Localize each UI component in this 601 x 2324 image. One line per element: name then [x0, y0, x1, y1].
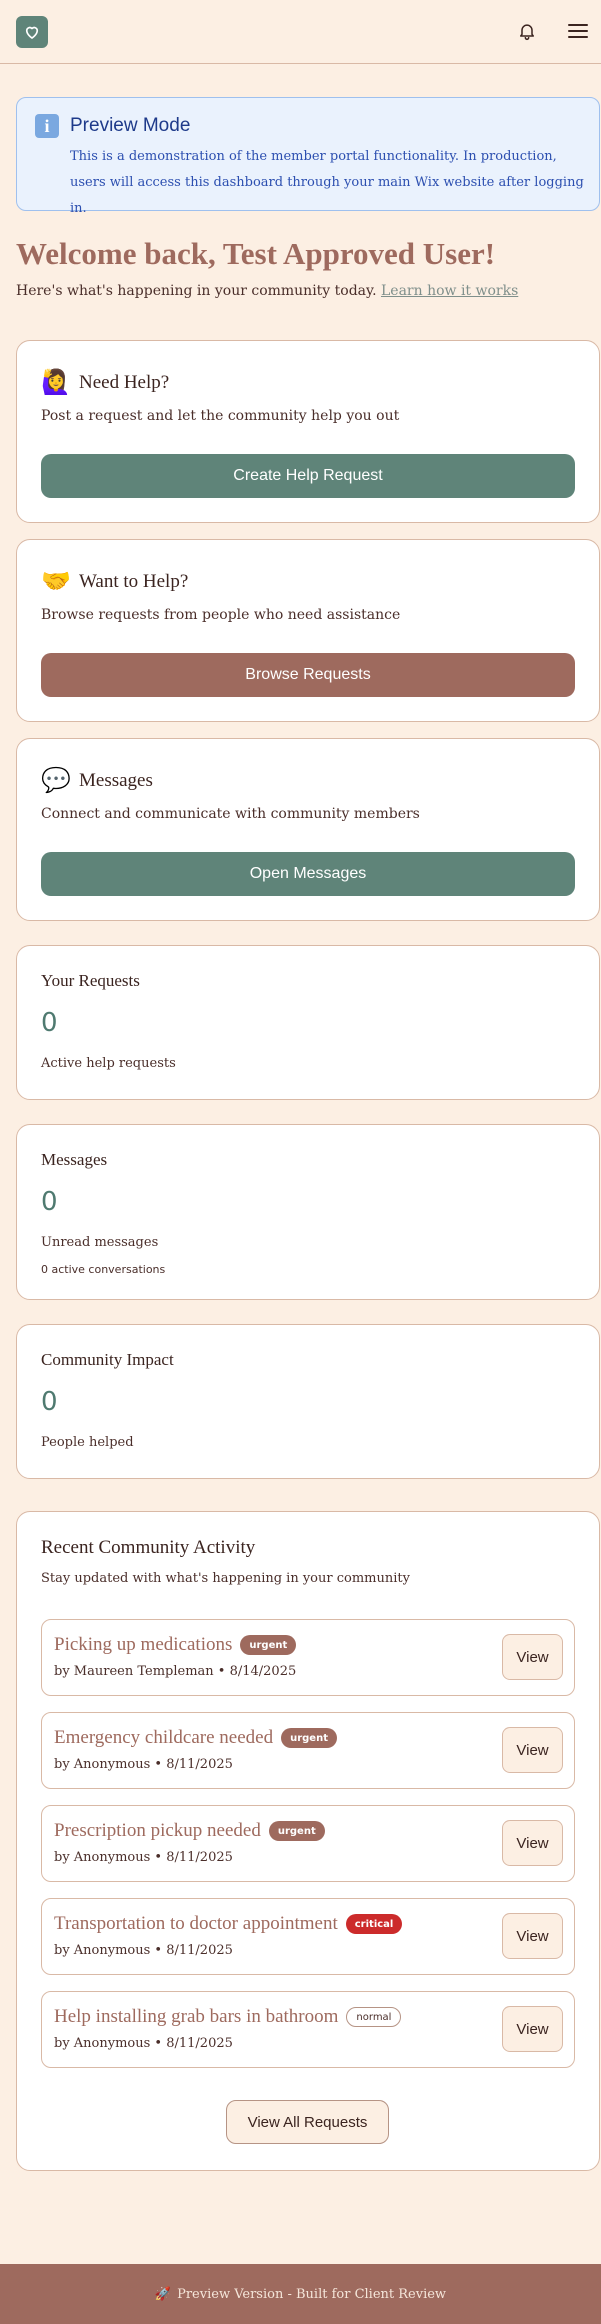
- need-help-heading: 🙋‍♀️ Need Help?: [41, 368, 169, 397]
- request-item[interactable]: Transportation to doctor appointment cri…: [41, 1898, 575, 1975]
- learn-how-link[interactable]: Learn how it works: [381, 283, 518, 299]
- request-title[interactable]: Emergency childcare needed: [54, 1727, 273, 1749]
- top-header: [0, 0, 601, 64]
- open-messages-button[interactable]: Open Messages: [41, 852, 575, 896]
- welcome-subtitle-text: Here's what's happening in your communit…: [16, 283, 377, 299]
- view-button[interactable]: View: [502, 1913, 563, 1959]
- create-help-request-button[interactable]: Create Help Request: [41, 454, 575, 498]
- your-requests-stat-card: Your Requests 0 Active help requests: [16, 945, 600, 1100]
- need-help-title: Need Help?: [79, 371, 170, 393]
- rocket-icon: 🚀: [154, 2286, 172, 2302]
- request-meta: by Anonymous • 8/11/2025: [54, 2036, 233, 2051]
- stat-label: People helped: [41, 1435, 134, 1450]
- messages-heading: 💬 Messages: [41, 766, 153, 795]
- stat-sublabel: 0 active conversations: [41, 1263, 166, 1276]
- stat-value: 0: [41, 1008, 58, 1038]
- priority-badge: urgent: [240, 1635, 297, 1655]
- stat-title: Messages: [41, 1150, 108, 1169]
- welcome-subtitle: Here's what's happening in your communit…: [16, 283, 518, 299]
- speech-bubble-icon: 💬: [41, 768, 71, 794]
- browse-requests-button[interactable]: Browse Requests: [41, 653, 575, 697]
- request-item[interactable]: Help installing grab bars in bathroom no…: [41, 1991, 575, 2068]
- view-button[interactable]: View: [502, 1634, 563, 1680]
- request-title[interactable]: Help installing grab bars in bathroom: [54, 2006, 338, 2028]
- stat-title: Community Impact: [41, 1350, 174, 1369]
- activity-title: Recent Community Activity: [41, 1537, 256, 1558]
- recent-activity-card: Recent Community Activity Stay updated w…: [16, 1511, 600, 2171]
- request-item[interactable]: Prescription pickup needed urgent by Ano…: [41, 1805, 575, 1882]
- stat-value: 0: [41, 1187, 58, 1217]
- messages-title: Messages: [79, 769, 153, 791]
- request-item[interactable]: Picking up medications urgent by Maureen…: [41, 1619, 575, 1696]
- handshake-icon: 🤝: [41, 569, 71, 595]
- messages-desc: Connect and communicate with community m…: [41, 806, 420, 822]
- priority-badge: urgent: [281, 1728, 337, 1748]
- priority-badge: critical: [345, 1914, 403, 1934]
- stat-value: 0: [41, 1387, 58, 1417]
- request-meta: by Anonymous • 8/11/2025: [54, 1943, 233, 1958]
- view-all-requests-button[interactable]: View All Requests: [226, 2100, 389, 2144]
- want-help-desc: Browse requests from people who need ass…: [41, 607, 401, 623]
- request-title[interactable]: Transportation to doctor appointment: [54, 1913, 338, 1935]
- view-button[interactable]: View: [502, 1727, 563, 1773]
- footer-text: Preview Version - Built for Client Revie…: [177, 2286, 447, 2302]
- request-meta: by Maureen Templeman • 8/14/2025: [54, 1664, 297, 1679]
- need-help-card: 🙋‍♀️ Need Help? Post a request and let t…: [16, 340, 600, 523]
- stat-title: Your Requests: [41, 971, 140, 990]
- logo-heart-icon[interactable]: [16, 16, 48, 48]
- priority-badge: normal: [346, 2007, 402, 2027]
- messages-card: 💬 Messages Connect and communicate with …: [16, 738, 600, 921]
- want-help-title: Want to Help?: [79, 570, 189, 592]
- view-button[interactable]: View: [502, 1820, 563, 1866]
- preview-mode-banner: i Preview Mode This is a demonstration o…: [16, 97, 600, 216]
- person-raising-hand-icon: 🙋‍♀️: [41, 370, 71, 396]
- request-item[interactable]: Emergency childcare needed urgent by Ano…: [41, 1712, 575, 1789]
- preview-title: Preview Mode: [70, 115, 191, 136]
- want-help-heading: 🤝 Want to Help?: [41, 567, 188, 596]
- messages-stat-card: Messages 0 Unread messages 0 active conv…: [16, 1124, 600, 1300]
- stat-label: Unread messages: [41, 1235, 159, 1250]
- footer-bar: 🚀 Preview Version - Built for Client Rev…: [0, 2264, 601, 2324]
- preview-text: This is a demonstration of the member po…: [70, 149, 584, 216]
- request-title[interactable]: Prescription pickup needed: [54, 1820, 261, 1842]
- info-icon: i: [35, 114, 59, 138]
- priority-badge: urgent: [268, 1821, 325, 1841]
- hamburger-menu-icon[interactable]: [566, 20, 590, 42]
- activity-desc: Stay updated with what's happening in yo…: [41, 1571, 410, 1586]
- bell-icon[interactable]: [517, 21, 537, 41]
- request-meta: by Anonymous • 8/11/2025: [54, 1850, 233, 1865]
- stat-label: Active help requests: [41, 1056, 176, 1071]
- request-meta: by Anonymous • 8/11/2025: [54, 1757, 233, 1772]
- need-help-desc: Post a request and let the community hel…: [41, 408, 400, 424]
- want-help-card: 🤝 Want to Help? Browse requests from peo…: [16, 539, 600, 722]
- view-button[interactable]: View: [502, 2006, 563, 2052]
- welcome-title: Welcome back, Test Approved User!: [16, 236, 496, 271]
- community-impact-stat-card: Community Impact 0 People helped: [16, 1324, 600, 1479]
- request-title[interactable]: Picking up medications: [54, 1634, 232, 1656]
